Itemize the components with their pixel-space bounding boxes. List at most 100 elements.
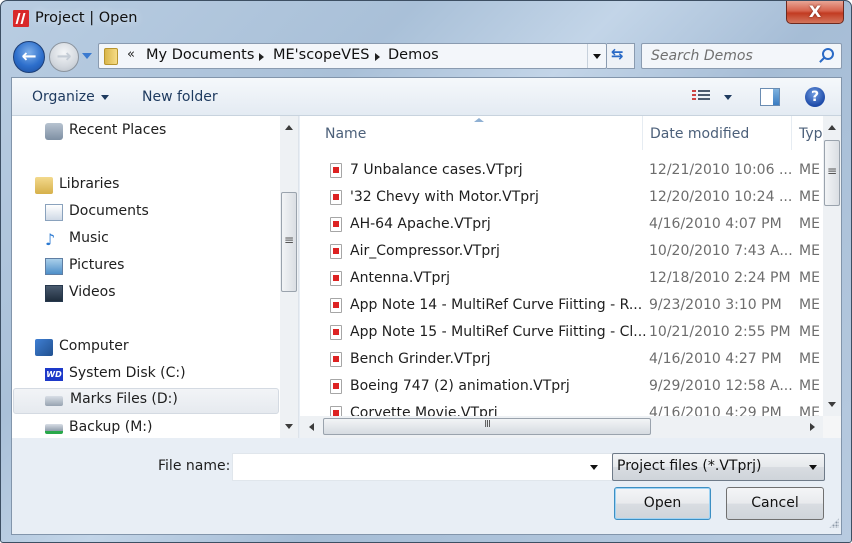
scroll-up-icon[interactable] — [285, 125, 293, 130]
file-row[interactable]: App Note 15 - MultiRef Curve Fiitting - … — [300, 320, 821, 347]
title-bar: Project | Open X — [1, 1, 851, 37]
cancel-button[interactable]: Cancel — [726, 487, 824, 520]
breadcrumb-separator-icon[interactable] — [259, 53, 264, 61]
file-type: ME' — [799, 216, 821, 232]
documents-icon — [45, 204, 63, 221]
nav-item-backup[interactable]: Backup (M:) — [45, 417, 245, 438]
nav-item-videos[interactable]: Videos — [45, 282, 245, 306]
file-row[interactable]: Antenna.VTprj 12/18/2010 2:24 PM ME' — [300, 266, 821, 293]
column-header-type[interactable]: Typ — [792, 116, 823, 150]
scroll-right-icon[interactable] — [810, 423, 815, 431]
nav-item-music[interactable]: ♪ Music — [45, 228, 245, 252]
file-row[interactable]: Bench Grinder.VTprj 4/16/2010 4:27 PM ME' — [300, 347, 821, 374]
file-type: ME' — [799, 297, 821, 313]
file-date-modified: 12/20/2010 10:24 ... — [649, 189, 793, 205]
file-type: ME' — [799, 378, 821, 394]
breadcrumb-overflow[interactable]: « — [127, 47, 135, 62]
file-row[interactable]: App Note 14 - MultiRef Curve Fiitting - … — [300, 293, 821, 320]
scrollbar-thumb[interactable] — [824, 140, 840, 206]
vtprj-file-icon — [330, 271, 342, 286]
dialog-body: Organize New folder ? Recent Places Libr… — [11, 77, 842, 535]
change-view-icon[interactable] — [692, 90, 710, 104]
file-name: App Note 14 - MultiRef Curve Fiitting - … — [350, 297, 643, 313]
nav-item-marks-files[interactable]: Marks Files (D:) — [13, 388, 279, 414]
nav-item-label: Music — [69, 230, 109, 246]
view-options-dropdown[interactable] — [724, 95, 732, 100]
nav-item-recent-places[interactable]: Recent Places — [45, 120, 245, 144]
resize-grip[interactable] — [829, 518, 839, 528]
column-header-date-modified[interactable]: Date modified — [643, 116, 791, 150]
chevron-down-icon[interactable] — [590, 465, 598, 470]
search-icon[interactable] — [822, 48, 834, 60]
file-row[interactable]: '32 Chevy with Motor.VTprj 12/20/2010 10:… — [300, 185, 821, 212]
file-name-combobox[interactable] — [232, 453, 613, 481]
scroll-down-icon[interactable] — [828, 402, 836, 407]
column-header-name[interactable]: Name — [300, 116, 642, 150]
address-bar[interactable]: « My Documents ME'scopeVES Demos — [98, 43, 607, 69]
navigation-pane-scrollbar[interactable] — [280, 116, 298, 438]
file-row[interactable]: Boeing 747 (2) animation.VTprj 9/29/2010 … — [300, 374, 821, 401]
file-date-modified: 12/21/2010 10:06 ... — [649, 162, 793, 178]
videos-icon — [45, 285, 63, 302]
address-dropdown-button[interactable] — [587, 44, 607, 68]
breadcrumb-demos[interactable]: Demos — [388, 47, 439, 63]
libraries-icon — [35, 177, 53, 194]
back-button[interactable]: ← — [13, 41, 45, 73]
scroll-down-icon[interactable] — [285, 424, 293, 429]
file-row[interactable]: Air_Compressor.VTprj 10/20/2010 7:43 A...… — [300, 239, 821, 266]
file-type: ME' — [799, 243, 821, 259]
forward-button[interactable]: → — [49, 42, 79, 72]
vtprj-file-icon — [330, 325, 342, 340]
file-list-vertical-scrollbar[interactable] — [823, 116, 841, 416]
scrollbar-thumb[interactable] — [323, 418, 651, 435]
refresh-button[interactable]: ⇆ — [607, 43, 635, 69]
file-name: '32 Chevy with Motor.VTprj — [350, 189, 539, 205]
file-row[interactable]: 7 Unbalance cases.VTprj 12/21/2010 10:06 … — [300, 158, 821, 185]
file-name-input[interactable] — [233, 454, 583, 480]
file-type-select[interactable]: Project files (*.VTprj) — [612, 453, 825, 481]
window-title: Project | Open — [35, 10, 138, 26]
file-name: Bench Grinder.VTprj — [350, 351, 491, 367]
preview-pane-icon[interactable] — [760, 88, 780, 106]
breadcrumb-my-documents[interactable]: My Documents — [146, 47, 254, 63]
file-row[interactable]: AH-64 Apache.VTprj 4/16/2010 4:07 PM ME' — [300, 212, 821, 239]
refresh-icon: ⇆ — [611, 45, 624, 63]
nav-item-label: Pictures — [69, 257, 125, 273]
file-type: ME' — [799, 270, 821, 286]
new-folder-button[interactable]: New folder — [142, 89, 218, 105]
column-header-label: Typ — [799, 126, 823, 142]
breadcrumb-separator-icon[interactable] — [375, 53, 380, 61]
nav-item-computer[interactable]: Computer — [35, 336, 235, 360]
file-type-value: Project files (*.VTprj) — [617, 458, 762, 474]
scroll-up-icon[interactable] — [828, 125, 836, 130]
nav-item-pictures[interactable]: Pictures — [45, 255, 245, 279]
search-box[interactable] — [641, 43, 842, 69]
help-icon[interactable]: ? — [805, 87, 825, 107]
nav-item-libraries[interactable]: Libraries — [35, 174, 235, 198]
nav-item-system-disk[interactable]: WD System Disk (C:) — [45, 363, 245, 387]
file-date-modified: 4/16/2010 4:07 PM — [649, 216, 782, 232]
file-list-horizontal-scrollbar[interactable] — [300, 416, 823, 438]
nav-item-documents[interactable]: Documents — [45, 201, 245, 225]
open-dialog: Project | Open X ← → « My Documents ME's… — [0, 0, 852, 543]
breadcrumb-mescopeves[interactable]: ME'scopeVES — [273, 47, 369, 63]
chevron-down-icon — [100, 94, 109, 100]
folder-icon — [104, 48, 118, 65]
arrow-right-icon: → — [56, 46, 72, 67]
nav-item-label: Backup (M:) — [69, 419, 153, 435]
file-type: ME' — [799, 162, 821, 178]
nav-item-label: Videos — [69, 284, 116, 300]
nav-item-label: Documents — [69, 203, 149, 219]
organize-button[interactable]: Organize — [32, 89, 109, 105]
scrollbar-thumb[interactable] — [281, 192, 297, 292]
scrollbar-corner — [823, 416, 841, 438]
open-button[interactable]: Open — [614, 487, 711, 520]
search-input[interactable] — [642, 44, 812, 68]
scroll-left-icon[interactable] — [309, 423, 314, 431]
recent-locations-dropdown[interactable] — [82, 53, 92, 59]
file-date-modified: 10/21/2010 2:55 PM — [649, 324, 791, 340]
file-type: ME' — [799, 189, 821, 205]
close-button[interactable]: X — [786, 1, 844, 24]
file-name-label: File name: — [158, 458, 231, 474]
pictures-icon — [45, 258, 63, 275]
